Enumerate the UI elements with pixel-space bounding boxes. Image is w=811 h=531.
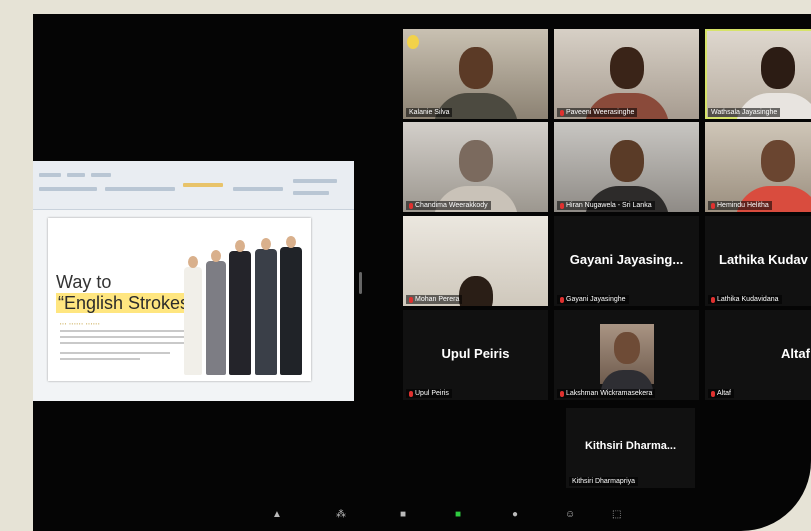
participant-name-tag: Hiran Nugawela - Sri Lanka [557, 201, 655, 210]
slide-text-line [60, 352, 170, 354]
mic-muted-icon [711, 202, 715, 209]
slide-text-line [60, 330, 190, 332]
participant-face [458, 47, 493, 89]
participant-name-tag: Lakshman Wickramasekera [557, 389, 656, 398]
participant-video [600, 324, 654, 392]
participant-name-tag: Lathika Kudavidana [708, 295, 782, 304]
participant-tile[interactable]: Paveeni Weerasinghe [554, 29, 699, 119]
powerpoint-ribbon [33, 161, 354, 210]
participant-name-tag: Hemindu Helitha [708, 201, 772, 210]
mic-muted-icon [560, 390, 564, 397]
mic-muted-icon [409, 296, 413, 303]
mic-muted-icon [560, 296, 564, 303]
participant-tile[interactable]: Upul Peiris Upul Peiris [403, 310, 548, 400]
slide-text-line [60, 342, 190, 344]
participant-name-tag: Mohan Perera [406, 295, 463, 304]
participant-tile-active-speaker[interactable]: Wathsala Jayasinghe [705, 29, 811, 119]
more-icon[interactable]: ⬚ [612, 509, 621, 520]
slide-title-line1: Way to [56, 272, 112, 292]
participant-tile[interactable]: Lathika Kudav Lathika Kudavidana [705, 216, 811, 306]
hand-icon [407, 35, 419, 49]
record-icon[interactable]: ● [512, 509, 518, 520]
mic-muted-icon [409, 202, 413, 209]
participant-tile[interactable]: Gayani Jayasing... Gayani Jayasinghe [554, 216, 699, 306]
chat-icon[interactable]: ■ [400, 509, 406, 520]
participant-tile[interactable]: Hemindu Helitha [705, 122, 811, 212]
participant-name-tag: Kalanie Silva [406, 108, 453, 117]
shared-screen[interactable]: Way to “English Strokes” ▪▪▪ ▪▪▪▪▪▪ ▪▪▪▪… [33, 161, 354, 401]
participant-name-tag: Wathsala Jayasinghe [708, 108, 781, 117]
mic-muted-icon [711, 296, 715, 303]
security-icon[interactable]: ▲ [272, 509, 282, 520]
slide-text-line [60, 358, 140, 360]
participant-name-tag: Paveeni Weerasinghe [557, 108, 638, 117]
participant-name-tag: Chandima Weerakkody [406, 201, 491, 210]
mic-muted-icon [711, 390, 715, 397]
participant-tile[interactable]: Hiran Nugawela - Sri Lanka [554, 122, 699, 212]
share-screen-icon[interactable]: ■ [455, 509, 461, 520]
slide-subtitle-decoration: ▪▪▪ ▪▪▪▪▪▪ ▪▪▪▪▪▪ [60, 321, 101, 326]
participants-icon[interactable]: ⁂ [336, 509, 346, 520]
participant-name-tag: Upul Peiris [406, 389, 452, 398]
slide-title-line2: “English Strokes” [56, 293, 198, 313]
reactions-icon[interactable]: ☺ [565, 509, 575, 520]
participant-name-tag: Altaf [708, 389, 735, 398]
mic-muted-icon [409, 390, 413, 397]
presentation-slide: Way to “English Strokes” ▪▪▪ ▪▪▪▪▪▪ ▪▪▪▪… [48, 218, 311, 381]
slide-text-line [60, 336, 190, 338]
participant-name-tag: Kithsiri Dharmapriya [569, 477, 639, 486]
split-divider-handle[interactable] [359, 272, 362, 294]
participant-tile[interactable]: Altaf Altaf [705, 310, 811, 400]
mic-muted-icon [560, 202, 564, 209]
participant-name-tag: Gayani Jayasinghe [557, 295, 629, 304]
mic-muted-icon [560, 109, 564, 116]
participant-tile[interactable]: Kithsiri Dharma... Kithsiri Dharmapriya [566, 408, 695, 488]
participant-tile[interactable]: Mohan Perera [403, 216, 548, 306]
participant-tile[interactable]: Chandima Weerakkody [403, 122, 548, 212]
participant-tile[interactable]: Kalanie Silva [403, 29, 548, 119]
zoom-meeting-window: Way to “English Strokes” ▪▪▪ ▪▪▪▪▪▪ ▪▪▪▪… [33, 14, 811, 531]
participant-tile[interactable]: Lakshman Wickramasekera [554, 310, 699, 400]
